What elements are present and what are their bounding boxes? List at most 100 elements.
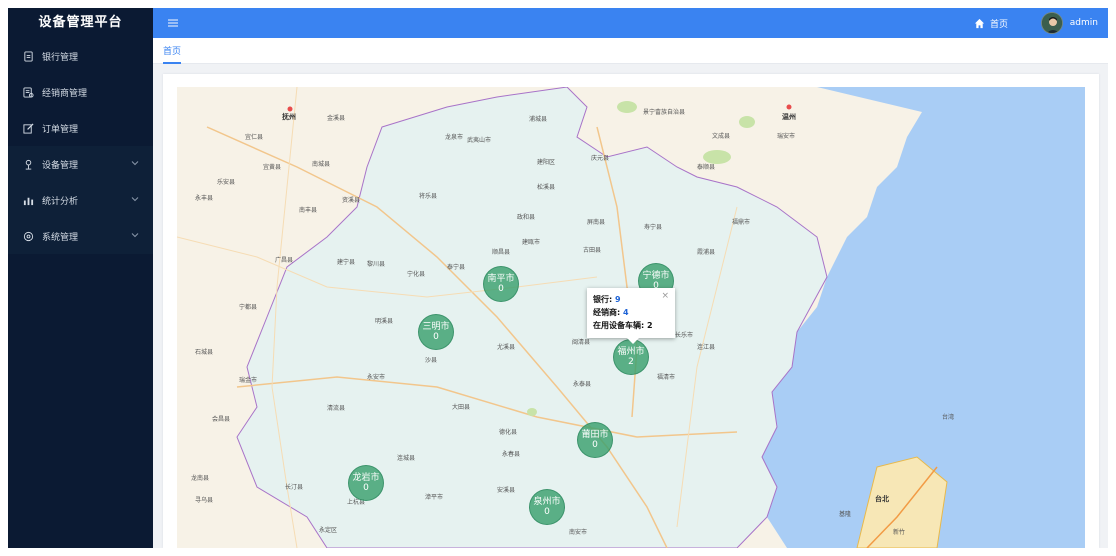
cluster-count: 0 xyxy=(498,284,504,294)
cluster-count: 0 xyxy=(544,507,550,517)
home-link[interactable]: 首页 xyxy=(974,16,1008,30)
map-label: 永安市 xyxy=(367,374,386,381)
map-label: 台北 xyxy=(875,495,889,503)
map-label: 浦城县 xyxy=(529,116,548,123)
sidebar-item-bank[interactable]: 银行管理 xyxy=(8,38,153,74)
user-name: admin xyxy=(1069,18,1098,28)
cluster-longyan[interactable]: 龙岩市 0 xyxy=(348,465,384,501)
map-label: 寻乌县 xyxy=(195,497,214,504)
sidebar-item-system[interactable]: 系统管理 xyxy=(8,218,153,254)
popup-bank-label: 银行: xyxy=(593,295,613,304)
map-label: 安溪县 xyxy=(497,487,516,494)
user-menu[interactable]: admin xyxy=(1040,11,1098,35)
cluster-count: 0 xyxy=(592,440,598,450)
map-label: 尤溪县 xyxy=(497,344,516,351)
map-view[interactable]: 抚州 金溪县 宜仁县 宜黄县 南城县 乐安县 永丰县 资溪县 南丰县 黎川县 广… xyxy=(177,87,1085,548)
map-label: 黎川县 xyxy=(367,261,386,268)
main-card: 抚州 金溪县 宜仁县 宜黄县 南城县 乐安县 永丰县 资溪县 南丰县 黎川县 广… xyxy=(163,74,1099,548)
map-label: 泰顺县 xyxy=(697,164,716,171)
cluster-name: 三明市 xyxy=(422,322,450,332)
map-label: 松溪县 xyxy=(537,184,556,191)
map-label: 长乐市 xyxy=(675,332,694,339)
tab-home[interactable]: 首页 xyxy=(163,44,182,64)
map-label: 龙泉市 xyxy=(445,134,464,141)
cluster-putian[interactable]: 莆田市 0 xyxy=(577,422,613,458)
popup-bank-value: 9 xyxy=(615,295,621,304)
map-label: 南丰县 xyxy=(299,207,318,214)
popup-bank-row: 银行: 9 xyxy=(593,293,669,306)
tool-icon xyxy=(22,158,34,170)
map-label: 古田县 xyxy=(583,247,602,254)
map-label: 石城县 xyxy=(195,349,214,356)
map-label: 台湾 xyxy=(942,414,955,421)
map-label: 永泰县 xyxy=(573,381,592,388)
sidebar-item-label: 设备管理 xyxy=(42,160,79,171)
map-label: 顺昌县 xyxy=(492,249,511,256)
map-label: 德化县 xyxy=(499,429,518,436)
map-label: 文成县 xyxy=(712,133,731,140)
map-label: 宁都县 xyxy=(239,304,258,311)
map-label: 连江县 xyxy=(697,344,716,351)
map-label: 长汀县 xyxy=(285,484,304,491)
popup-vehicle-value: 2 xyxy=(647,321,653,330)
map-label: 南安市 xyxy=(569,529,588,536)
map-label: 大田县 xyxy=(452,404,471,411)
app-title: 设备管理平台 xyxy=(8,8,153,38)
popup-dealer-row: 经销商: 4 xyxy=(593,306,669,319)
chevron-down-icon xyxy=(131,197,139,202)
home-icon xyxy=(974,18,985,28)
map-label: 庆元县 xyxy=(591,155,610,162)
sidebar-item-device[interactable]: 设备管理 xyxy=(8,146,153,182)
map-label: 会昌县 xyxy=(212,416,231,423)
map-label: 建宁县 xyxy=(337,259,356,266)
chevron-down-icon xyxy=(131,233,139,238)
map-label: 宜黄县 xyxy=(263,164,282,171)
sidebar-item-label: 系统管理 xyxy=(42,232,79,243)
document-list-icon xyxy=(22,86,34,98)
cluster-sanming[interactable]: 三明市 0 xyxy=(418,314,454,350)
map-label: 寿宁县 xyxy=(644,224,663,231)
map-label: 永丰县 xyxy=(195,195,214,202)
tab-bar: 首页 xyxy=(153,38,1108,64)
map-label: 沙县 xyxy=(425,357,438,364)
map-label: 瑞安市 xyxy=(777,133,796,140)
sidebar: 设备管理平台 银行管理 经销商管理 订单管理 设备管理 统计分析 系统管理 xyxy=(8,8,153,548)
sidebar-item-label: 经销商管理 xyxy=(42,88,88,99)
map-label: 宁化县 xyxy=(407,271,426,278)
chart-icon xyxy=(22,194,34,206)
map-label: 福鼎市 xyxy=(732,219,751,226)
cluster-nanping[interactable]: 南平市 0 xyxy=(483,266,519,302)
cluster-quanzhou[interactable]: 泉州市 0 xyxy=(529,489,565,525)
map-label: 连城县 xyxy=(397,455,416,462)
cluster-name: 宁德市 xyxy=(642,271,670,281)
map-label: 泰宁县 xyxy=(447,264,466,271)
home-label: 首页 xyxy=(989,19,1008,30)
cluster-name: 莆田市 xyxy=(581,430,609,440)
map-label: 新竹 xyxy=(893,529,906,536)
app-window: 设备管理平台 银行管理 经销商管理 订单管理 设备管理 统计分析 系统管理 首页… xyxy=(8,8,1108,548)
sidebar-item-order[interactable]: 订单管理 xyxy=(8,110,153,146)
map-label: 南城县 xyxy=(312,161,331,168)
cluster-count: 0 xyxy=(433,332,439,342)
cluster-fuzhou[interactable]: 福州市 2 xyxy=(613,339,649,375)
hamburger-icon[interactable] xyxy=(167,17,179,29)
gear-icon xyxy=(22,230,34,242)
cluster-name: 福州市 xyxy=(617,347,645,357)
map-label: 漳平市 xyxy=(425,494,444,501)
sidebar-item-label: 统计分析 xyxy=(42,196,79,207)
popup-dealer-label: 经销商: xyxy=(593,308,621,317)
map-label: 抚州 xyxy=(282,113,296,121)
map-label: 瑞金市 xyxy=(239,377,258,384)
map-label: 广昌县 xyxy=(275,257,294,264)
avatar xyxy=(1040,12,1063,34)
map-label: 明溪县 xyxy=(375,318,394,325)
map-label: 金溪县 xyxy=(327,115,346,122)
map-label: 闽清县 xyxy=(572,339,591,346)
sidebar-item-dealer[interactable]: 经销商管理 xyxy=(8,74,153,110)
map-label: 霞浦县 xyxy=(697,249,716,256)
cluster-name: 泉州市 xyxy=(533,497,561,507)
map-label: 龙南县 xyxy=(191,475,210,482)
close-icon[interactable]: × xyxy=(661,290,669,303)
sidebar-item-stats[interactable]: 统计分析 xyxy=(8,182,153,218)
cluster-name: 南平市 xyxy=(487,274,515,284)
